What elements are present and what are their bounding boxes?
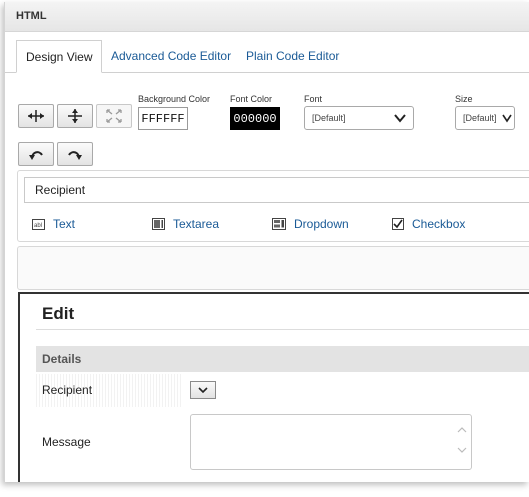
empty-panel [17, 246, 529, 290]
chevron-down-icon [198, 387, 208, 394]
background-color-picker[interactable]: FFFFFF [138, 107, 188, 130]
message-textarea[interactable] [190, 414, 472, 470]
form-field-panel: Recipient abl Text Textarea Dropdown Che… [17, 170, 529, 242]
expand-vertical-icon [68, 109, 82, 123]
insert-textarea-control[interactable]: Textarea [152, 217, 219, 231]
checkbox-icon [392, 218, 404, 230]
edit-preview: Edit Details Recipient Message [18, 292, 529, 482]
textarea-scroll-arrows[interactable] [457, 427, 467, 453]
message-row-label: Message [42, 435, 91, 449]
insert-checkbox-label: Checkbox [412, 217, 466, 231]
fit-button[interactable] [96, 104, 132, 128]
background-color-label: Background Color [138, 94, 211, 104]
text-field-icon: abl [32, 218, 45, 230]
redo-button[interactable] [57, 142, 93, 166]
editor-tabs: Design View Advanced Code Editor Plain C… [5, 40, 529, 73]
details-section-header: Details [36, 346, 529, 372]
undo-button[interactable] [18, 142, 54, 166]
fit-disabled-icon [106, 109, 122, 123]
insert-text-label: Text [53, 217, 76, 231]
svg-text:abl: abl [34, 223, 42, 229]
expand-horizontal-button[interactable] [18, 104, 54, 128]
details-section-title: Details [42, 352, 82, 366]
insert-text-control[interactable]: abl Text [32, 217, 75, 231]
font-select[interactable]: [Default] [304, 106, 414, 130]
edit-title: Edit [42, 304, 75, 323]
expand-vertical-button[interactable] [57, 104, 93, 128]
size-select[interactable]: [Default] [455, 106, 515, 130]
dropdown-icon [272, 218, 286, 230]
size-label: Size [455, 94, 473, 104]
recipient-field[interactable]: Recipient [24, 177, 529, 203]
chevron-down-icon [502, 114, 512, 123]
insert-checkbox-control[interactable]: Checkbox [392, 217, 465, 231]
recipient-dropdown-button[interactable] [190, 381, 216, 399]
expand-horizontal-icon [28, 110, 44, 122]
chevron-up-icon[interactable] [457, 427, 467, 433]
chevron-down-icon[interactable] [457, 447, 467, 453]
chevron-down-icon [394, 114, 406, 123]
recipient-row-label: Recipient [36, 374, 182, 407]
tab-design-view[interactable]: Design View [16, 40, 103, 73]
size-select-value: [Default] [463, 113, 497, 123]
redo-icon [68, 151, 82, 160]
editor-header: HTML [5, 2, 529, 32]
undo-icon [29, 151, 43, 160]
font-color-picker[interactable]: 000000 [230, 107, 280, 130]
font-select-value: [Default] [312, 113, 346, 123]
tab-plain-code-editor[interactable]: Plain Code Editor [246, 40, 339, 73]
editor-title: HTML [16, 10, 47, 22]
insert-dropdown-label: Dropdown [294, 217, 349, 231]
tab-advanced-code-editor[interactable]: Advanced Code Editor [111, 40, 231, 73]
insert-textarea-label: Textarea [173, 217, 220, 231]
textarea-icon [152, 218, 165, 230]
insert-dropdown-control[interactable]: Dropdown [272, 217, 349, 231]
font-color-label: Font Color [230, 94, 273, 104]
font-label: Font [304, 94, 323, 104]
divider [36, 329, 529, 330]
html-editor-window: HTML Design View Advanced Code Editor Pl… [4, 2, 529, 482]
